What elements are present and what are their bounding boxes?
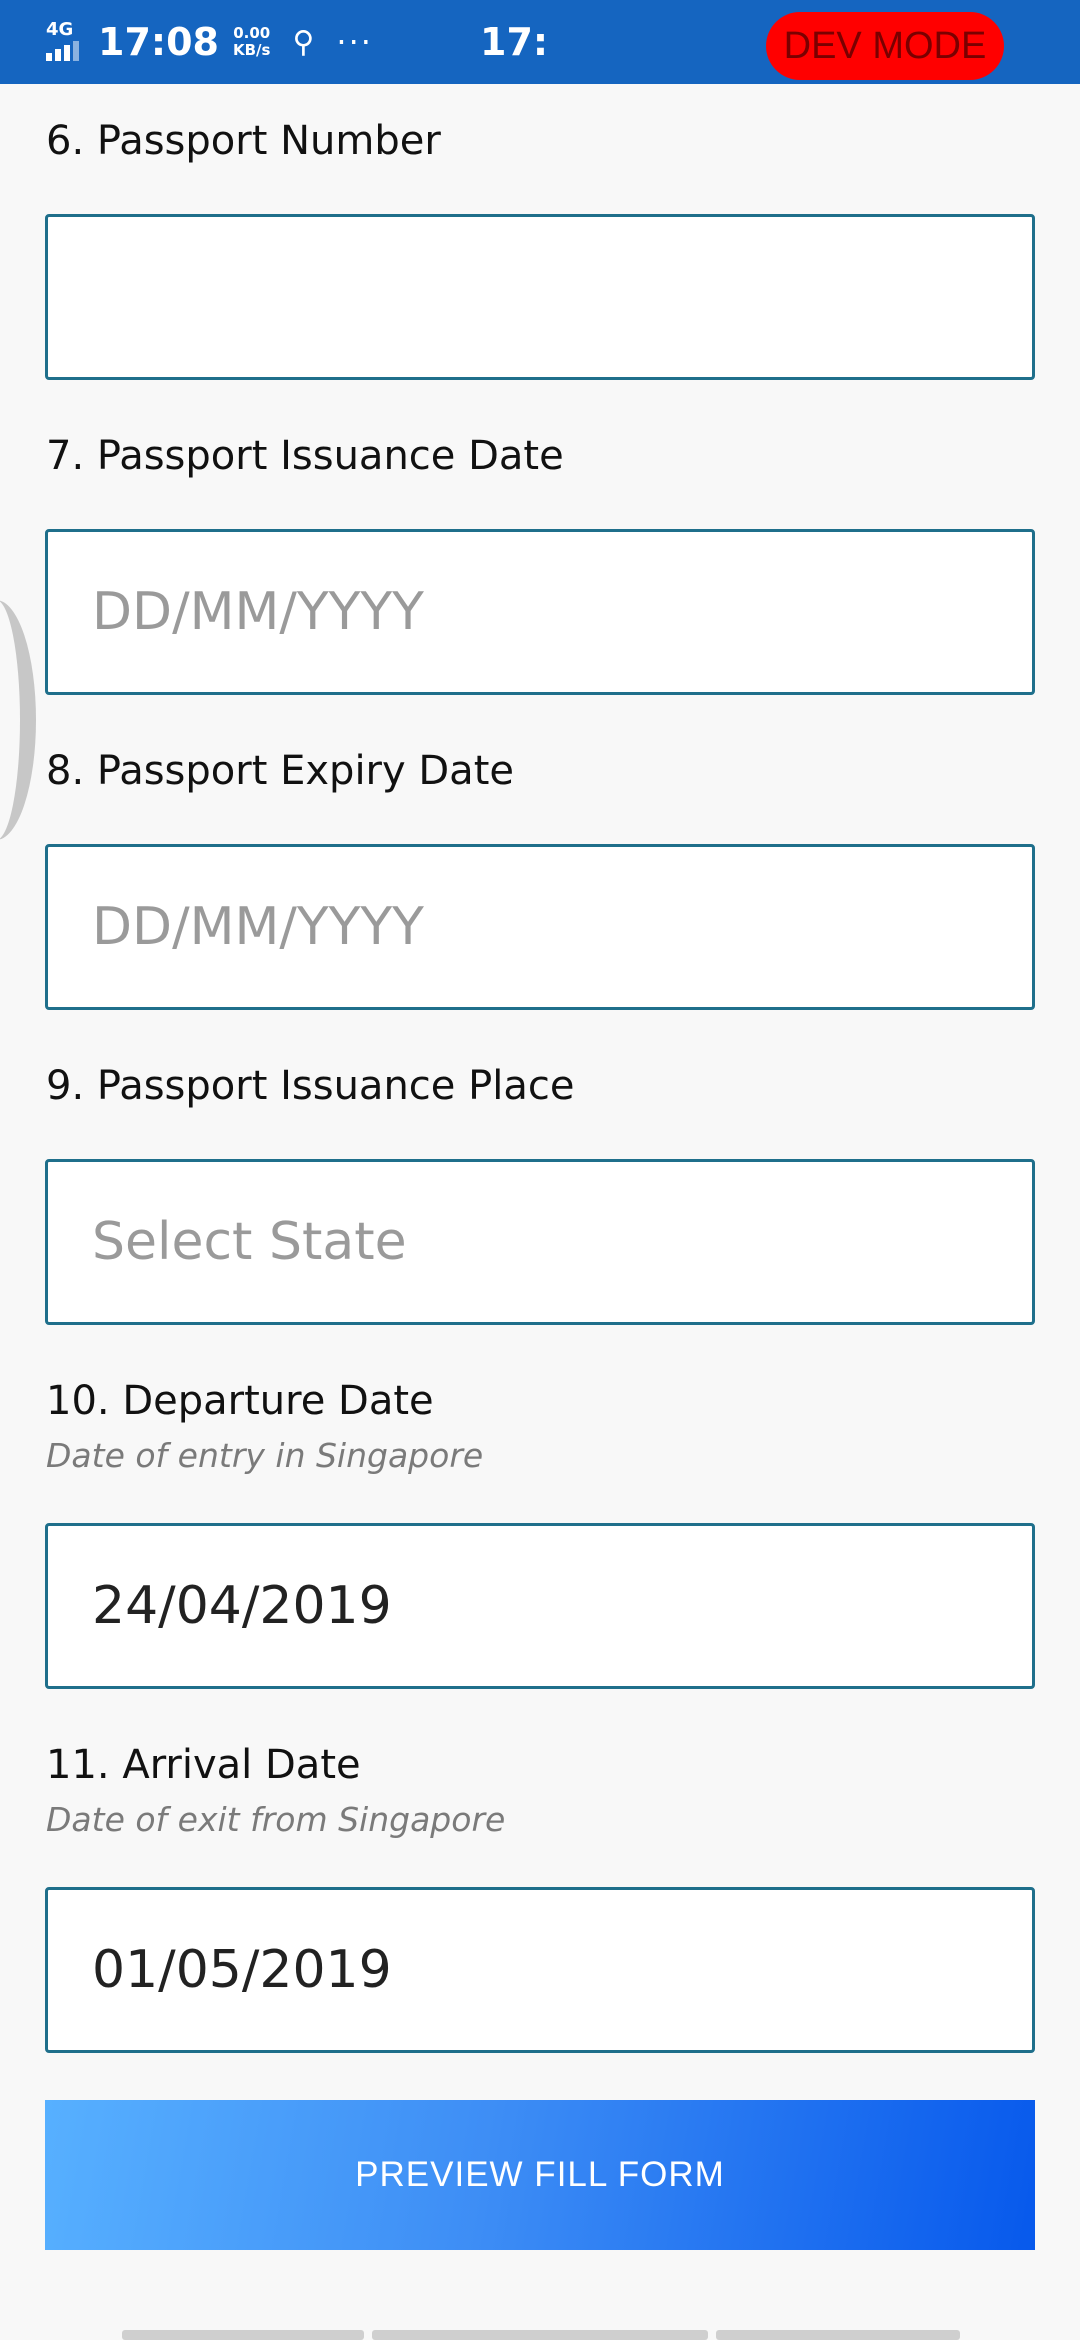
- network-speed: 0.00 KB/s: [233, 25, 270, 59]
- status-time: 17:08: [98, 20, 219, 64]
- departure-date-value: 24/04/2019: [92, 1576, 392, 1636]
- bottom-tabs-partial: [0, 2330, 1080, 2340]
- passport-expiry-date-placeholder: DD/MM/YYYY: [92, 897, 424, 957]
- status-bar: 4G 17:08 0.00 KB/s ⚲ ··· 17:0 DEV MODE: [0, 0, 1080, 84]
- passport-issuance-date-label: 7. Passport Issuance Date: [46, 433, 564, 479]
- usb-icon: ⚲: [292, 24, 315, 60]
- arrival-date-label: 11. Arrival Date: [46, 1742, 361, 1788]
- passport-number-input[interactable]: [45, 214, 1035, 380]
- passport-issuance-date-placeholder: DD/MM/YYYY: [92, 582, 424, 642]
- side-edge-handle: [0, 600, 36, 840]
- departure-date-input[interactable]: 24/04/2019: [45, 1523, 1035, 1689]
- arrival-date-input[interactable]: 01/05/2019: [45, 1887, 1035, 2053]
- dev-mode-badge[interactable]: DEV MODE: [766, 12, 1004, 80]
- departure-date-label: 10. Departure Date: [46, 1378, 434, 1424]
- passport-issuance-place-label: 9. Passport Issuance Place: [46, 1063, 575, 1109]
- passport-number-label: 6. Passport Number: [46, 118, 441, 164]
- center-time: 17:0: [480, 20, 546, 64]
- arrival-date-value: 01/05/2019: [92, 1940, 392, 2000]
- network-type: 4G: [46, 19, 74, 40]
- speed-value: 0.00: [233, 24, 271, 42]
- arrival-date-hint: Date of exit from Singapore: [46, 1800, 506, 1839]
- passport-issuance-place-select[interactable]: Select State: [45, 1159, 1035, 1325]
- signal-icon: 4G: [44, 19, 86, 65]
- passport-expiry-date-input[interactable]: DD/MM/YYYY: [45, 844, 1035, 1010]
- passport-issuance-date-input[interactable]: DD/MM/YYYY: [45, 529, 1035, 695]
- preview-fill-form-button[interactable]: PREVIEW FILL FORM: [45, 2100, 1035, 2250]
- passport-issuance-place-placeholder: Select State: [92, 1212, 407, 1272]
- speed-unit: KB/s: [232, 41, 271, 59]
- passport-expiry-date-label: 8. Passport Expiry Date: [46, 748, 514, 794]
- departure-date-hint: Date of entry in Singapore: [46, 1436, 484, 1475]
- more-icon: ···: [336, 23, 373, 61]
